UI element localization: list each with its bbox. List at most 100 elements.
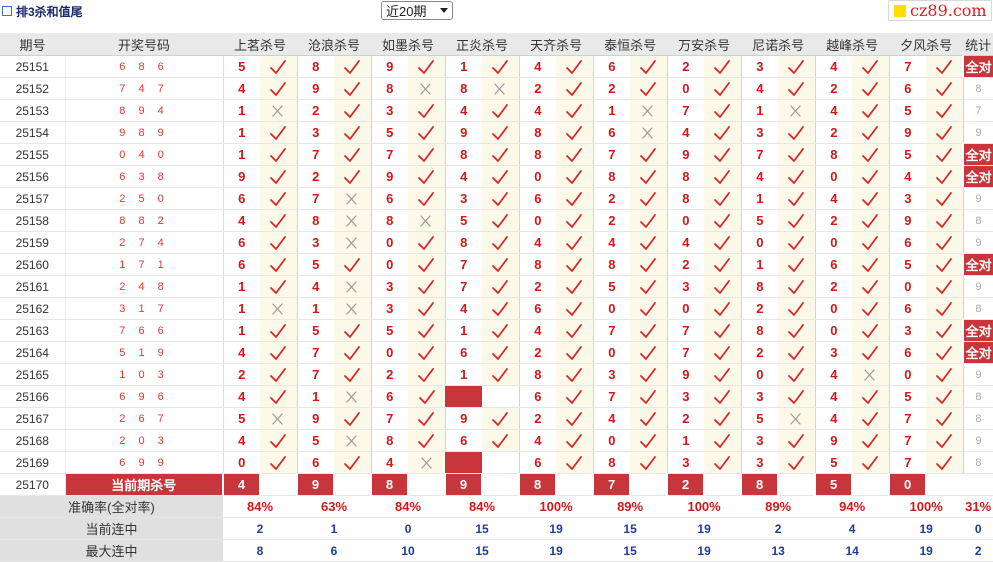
check-icon xyxy=(492,213,509,228)
summary-value: 19 xyxy=(889,517,964,540)
correct-count-cell: 7 xyxy=(962,99,993,122)
winning-number-cell: 2 4 8 xyxy=(65,275,224,298)
kill-number-cell: 2 xyxy=(814,275,853,298)
winning-number-cell: 6 8 6 xyxy=(65,55,224,78)
current-pick-spacer xyxy=(926,473,964,496)
check-icon xyxy=(270,147,287,162)
check-icon xyxy=(270,169,287,184)
summary-value: 15 xyxy=(593,517,668,540)
winning-number-cell: 2 6 7 xyxy=(65,407,224,430)
cross-icon xyxy=(790,104,801,117)
check-icon xyxy=(714,389,731,404)
kill-number-cell: 1 xyxy=(740,253,779,276)
hit-mark-cell xyxy=(778,231,816,254)
check-icon xyxy=(936,103,953,118)
period-cell: 25164 xyxy=(0,341,66,364)
check-icon xyxy=(936,389,953,404)
check-icon xyxy=(640,191,657,206)
hit-mark-cell xyxy=(556,297,594,320)
check-icon xyxy=(418,169,435,184)
kill-number-cell: 7 xyxy=(592,385,631,408)
kill-number-cell: 9 xyxy=(888,209,927,232)
summary-stat-value: 2 xyxy=(963,539,993,562)
check-icon xyxy=(936,235,953,250)
period-cell: 25160 xyxy=(0,253,66,276)
summary-value: 19 xyxy=(519,517,594,540)
kill-number-cell: 3 xyxy=(888,187,927,210)
kill-number-cell: 2 xyxy=(518,341,557,364)
hit-mark-cell xyxy=(260,297,298,320)
check-icon xyxy=(418,323,435,338)
cross-icon xyxy=(864,368,875,381)
summary-stat-value: 0 xyxy=(963,517,993,540)
correct-count-cell: 8 xyxy=(962,209,993,232)
hit-mark-cell xyxy=(630,55,668,78)
hit-mark-cell xyxy=(556,121,594,144)
check-icon xyxy=(862,103,879,118)
kill-number-cell: 1 xyxy=(444,55,483,78)
summary-stat-value: 31% xyxy=(963,495,993,518)
check-icon xyxy=(714,125,731,140)
kill-number-cell: 7 xyxy=(296,187,335,210)
kill-number-cell: 5 xyxy=(222,407,260,430)
check-icon xyxy=(566,103,583,118)
kill-number-cell: 0 xyxy=(666,297,705,320)
kill-number-cell: 2 xyxy=(740,341,779,364)
check-icon xyxy=(862,125,879,140)
kill-number-cell: 9 xyxy=(296,407,335,430)
kill-number-cell: 8 xyxy=(370,77,409,100)
kill-number-cell: 3 xyxy=(296,231,335,254)
kill-number-cell: 0 xyxy=(518,165,557,188)
table-row: 25152 7 4 749882204268 xyxy=(0,77,993,100)
check-icon xyxy=(788,147,805,162)
table-row: 25160 1 7 1 6 5 0 7 8 8 2 1 6 5 全对 xyxy=(0,253,993,276)
hit-mark-cell xyxy=(556,99,594,122)
hit-mark-cell xyxy=(334,319,372,342)
hit-mark-cell xyxy=(334,363,372,386)
hit-mark-cell xyxy=(778,385,816,408)
kill-number-cell: 8 xyxy=(740,319,779,342)
kill-number-cell: 4 xyxy=(592,407,631,430)
check-icon xyxy=(418,389,435,404)
site-logo[interactable]: cz89.com xyxy=(888,0,992,21)
kill-number-cell: 8 xyxy=(666,187,705,210)
hit-mark-cell xyxy=(778,165,816,188)
check-icon xyxy=(936,81,953,96)
hit-mark-cell xyxy=(926,77,964,100)
period-select[interactable]: 近20期 xyxy=(381,1,453,20)
column-header-expert: 泰恒杀号 xyxy=(593,33,668,56)
winning-number-cell: 2 7 4 xyxy=(65,231,224,254)
hit-mark-cell xyxy=(926,187,964,210)
check-icon xyxy=(788,455,805,470)
hit-mark-cell xyxy=(704,253,742,276)
kill-number-cell: 7 xyxy=(888,451,927,474)
hit-mark-cell xyxy=(260,451,298,474)
kill-number-cell: 9 xyxy=(444,121,483,144)
kill-number-cell: 0 xyxy=(814,297,853,320)
hit-mark-cell xyxy=(482,429,520,452)
hit-mark-cell xyxy=(482,99,520,122)
check-icon xyxy=(640,169,657,184)
check-icon xyxy=(936,433,953,448)
hit-mark-cell xyxy=(926,363,964,386)
check-icon xyxy=(788,81,805,96)
check-icon xyxy=(788,235,805,250)
check-icon xyxy=(862,213,879,228)
summary-value: 8 xyxy=(223,539,298,562)
kill-number-cell: 8 xyxy=(296,55,335,78)
table-row: 25157 2 5 067636281439 xyxy=(0,187,993,210)
kill-number-cell: 0 xyxy=(814,165,853,188)
check-icon xyxy=(566,125,583,140)
check-icon xyxy=(344,125,361,140)
correct-count-cell: 9 xyxy=(962,363,993,386)
kill-number-cell: 2 xyxy=(518,407,557,430)
hit-mark-cell xyxy=(260,121,298,144)
summary-row: 准确率(全对率) 84% 63% 84% 84% 100% 89% 100% 89% 94% 100… xyxy=(0,495,993,518)
kill-number-cell: 4 xyxy=(592,231,631,254)
kill-number-cell: 1 xyxy=(222,319,260,342)
table-row: 25166 6 9 64166733458 xyxy=(0,385,993,408)
kill-number-cell: 1 xyxy=(666,429,705,452)
summary-value: 10 xyxy=(371,539,446,562)
kill-number-cell: 1 xyxy=(296,297,335,320)
table-row: 25155 0 4 0 1 7 7 8 8 7 9 7 8 5 全对 xyxy=(0,143,993,166)
